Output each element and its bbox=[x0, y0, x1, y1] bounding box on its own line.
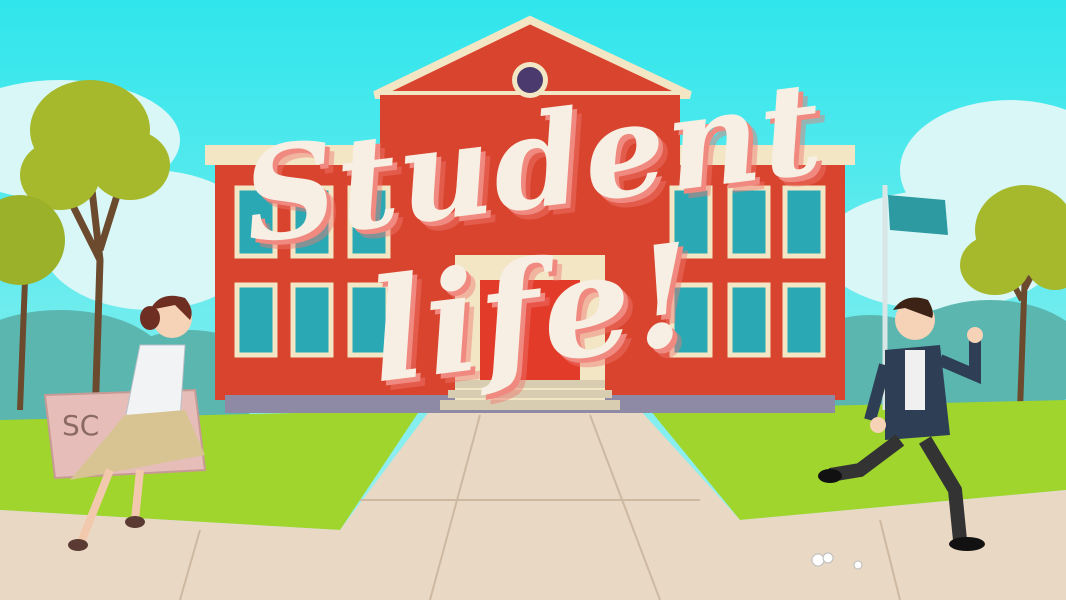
student-life-scene: SC Student life! bbox=[0, 0, 1066, 600]
